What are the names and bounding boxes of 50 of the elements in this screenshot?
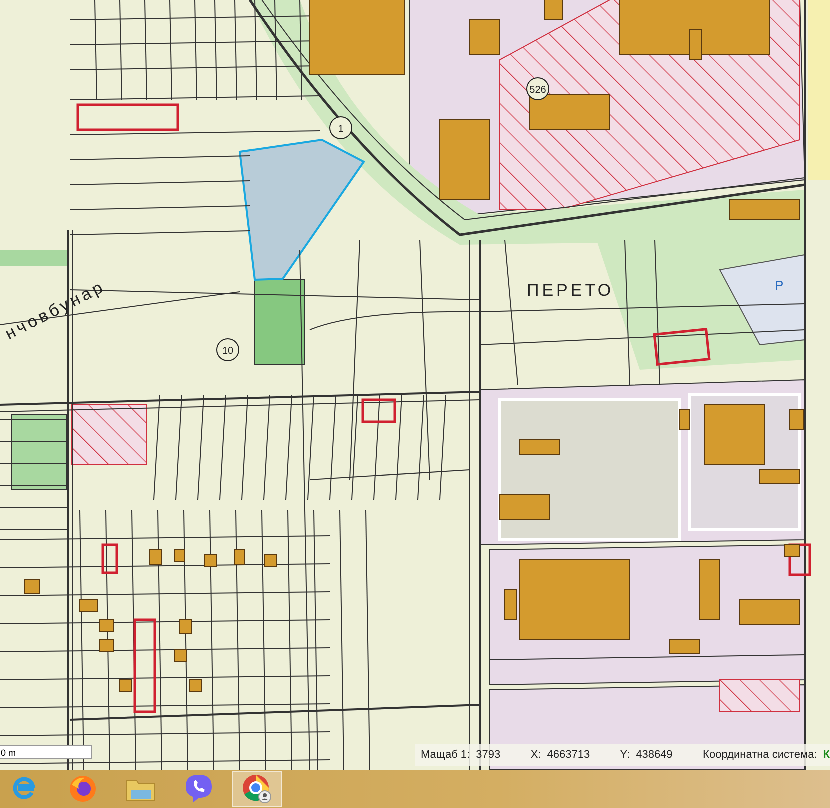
marked-parcel [653,328,711,366]
building [120,680,132,692]
building [730,200,800,220]
building [704,404,766,466]
taskbar-app[interactable] [232,771,282,807]
building [680,410,690,430]
parking-label: P [775,278,784,293]
building [700,560,720,620]
coordinate-system-value: К [823,749,830,761]
scale-label: Мащаб 1: [421,749,470,761]
building [784,544,800,558]
area-label: ПЕРЕТО [527,281,614,300]
building [174,650,188,662]
marked-parcel [362,398,396,424]
coordinate-system-label: Координатна система: [703,749,818,761]
building [520,440,560,456]
building [740,600,800,626]
building [264,554,278,568]
x-label: X: [530,749,542,761]
y-coordinate: 438649 [636,749,673,761]
scale-value: 3793 [476,749,501,761]
building [504,590,518,620]
firefox-icon [69,775,97,803]
building [234,550,246,566]
building [790,410,804,430]
building [670,640,700,654]
building [150,550,162,566]
building [180,620,192,634]
building [204,554,218,568]
map-marker: 10 [216,338,240,362]
building [470,20,500,56]
building [500,494,550,520]
building [24,580,40,594]
building [760,470,800,484]
building [174,550,186,562]
marked-parcel [788,544,812,576]
building [80,600,98,612]
y-label: Y: [620,749,630,761]
building [544,0,564,20]
map-marker: 1 [330,116,352,140]
marked-parcel [102,544,118,574]
scale-bar: 0 m [0,745,92,759]
building [100,640,114,652]
building [190,680,202,692]
building [100,620,114,632]
park-strip [0,250,68,266]
x-coordinate: 4663713 [547,749,590,761]
map-marker: 526 [526,78,550,100]
chrome-icon [242,774,272,804]
viber-icon [185,774,213,804]
